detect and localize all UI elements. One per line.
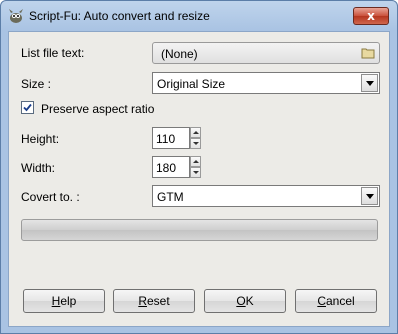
size-label: Size : xyxy=(21,77,52,91)
height-value: 110 xyxy=(156,132,176,146)
chevron-down-icon[interactable] xyxy=(361,187,378,205)
width-value: 180 xyxy=(156,161,177,175)
size-dropdown[interactable]: Original Size xyxy=(152,72,380,94)
folder-icon xyxy=(361,48,375,59)
checkmark-icon xyxy=(23,103,32,112)
convert-label: Covert to. : xyxy=(21,190,80,204)
reset-button[interactable]: Reset xyxy=(113,289,195,313)
help-button[interactable]: Help xyxy=(23,289,105,313)
progress-bar xyxy=(21,219,378,241)
title-bar[interactable]: Script-Fu: Auto convert and resize x xyxy=(1,1,397,31)
dialog-content: SOFTPEDIA List file text: (None) Size : … xyxy=(8,31,390,327)
list-file-value: (None) xyxy=(161,47,198,61)
width-spinner xyxy=(190,156,201,178)
close-button[interactable]: x xyxy=(353,7,389,25)
height-increment-button[interactable] xyxy=(190,127,201,138)
convert-dropdown[interactable]: GTM xyxy=(152,185,380,207)
width-label: Width: xyxy=(21,161,56,175)
list-file-chooser[interactable]: (None) xyxy=(152,42,380,64)
cancel-mnemonic: C xyxy=(317,294,326,308)
width-increment-button[interactable] xyxy=(190,156,201,167)
ok-label: K xyxy=(245,294,254,308)
preserve-aspect-checkbox[interactable] xyxy=(21,101,34,114)
chevron-down-icon[interactable] xyxy=(361,74,378,92)
window-title: Script-Fu: Auto convert and resize xyxy=(29,9,210,23)
reset-mnemonic: R xyxy=(138,294,147,308)
reset-label: eset xyxy=(146,294,170,308)
width-input[interactable]: 180 xyxy=(152,156,190,178)
height-label: Height: xyxy=(21,132,60,146)
close-icon: x xyxy=(367,9,375,23)
list-file-label: List file text: xyxy=(21,46,85,60)
preserve-aspect-label[interactable]: Preserve aspect ratio xyxy=(41,102,154,116)
help-label: elp xyxy=(60,294,77,308)
height-spinner xyxy=(190,127,201,149)
width-decrement-button[interactable] xyxy=(190,167,201,178)
height-input[interactable]: 110 xyxy=(152,127,190,149)
convert-value: GTM xyxy=(157,190,184,204)
cancel-label: ancel xyxy=(325,294,355,308)
size-value: Original Size xyxy=(157,77,226,91)
gimp-icon xyxy=(9,9,23,23)
ok-button[interactable]: OK xyxy=(204,289,286,313)
height-decrement-button[interactable] xyxy=(190,138,201,149)
cancel-button[interactable]: Cancel xyxy=(295,289,377,313)
ok-mnemonic: O xyxy=(236,294,246,308)
dialog-window: Script-Fu: Auto convert and resize x SOF… xyxy=(0,0,398,334)
